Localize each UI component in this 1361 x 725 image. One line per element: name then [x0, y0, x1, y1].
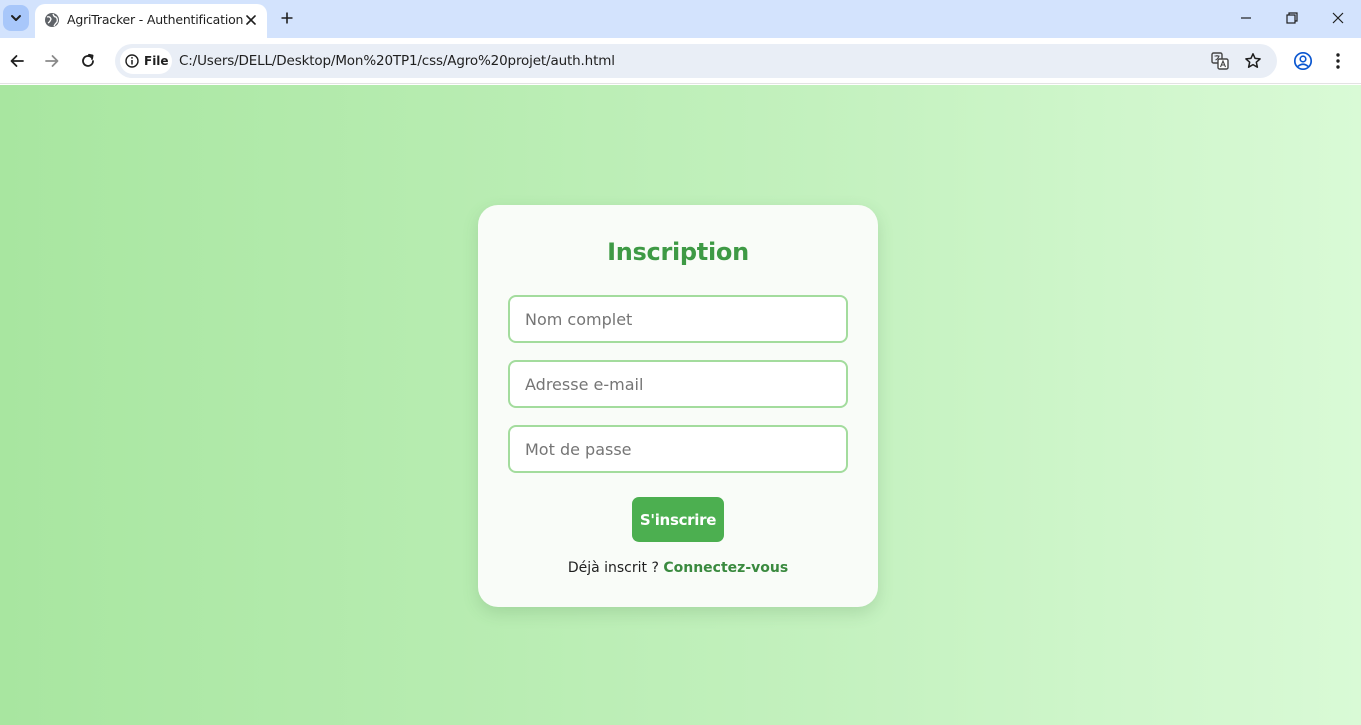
email-input[interactable] — [508, 360, 848, 408]
close-window-button[interactable] — [1326, 6, 1350, 30]
browser-toolbar: File C:/Users/DELL/Desktop/Mon%20TP1/css… — [0, 38, 1361, 84]
signup-card: Inscription S'inscrire Déjà inscrit ? Co… — [478, 205, 878, 607]
tab-title: AgriTracker - Authentification — [67, 12, 244, 27]
browser-tab-active[interactable]: AgriTracker - Authentification — [35, 4, 267, 38]
site-info-chip[interactable]: File — [120, 48, 172, 74]
bookmark-button[interactable] — [1243, 51, 1263, 71]
tab-search-button[interactable] — [3, 5, 29, 31]
tab-close-button[interactable] — [242, 11, 260, 29]
forward-button[interactable] — [40, 49, 64, 73]
signup-button[interactable]: S'inscrire — [632, 497, 724, 542]
url-text[interactable]: C:/Users/DELL/Desktop/Mon%20TP1/css/Agro… — [179, 53, 615, 69]
page-title: Inscription — [607, 238, 749, 266]
site-info-label: File — [144, 54, 169, 68]
star-icon — [1245, 53, 1261, 68]
reload-icon — [82, 53, 94, 67]
menu-button[interactable] — [1327, 50, 1349, 72]
more-vert-icon — [1336, 53, 1340, 69]
profile-icon — [1293, 51, 1313, 71]
reload-button[interactable] — [76, 49, 100, 73]
translate-icon — [1211, 52, 1229, 70]
new-tab-button[interactable] — [277, 8, 297, 28]
minimize-button[interactable] — [1234, 6, 1258, 30]
login-prompt-text: Déjà inscrit ? — [567, 560, 659, 576]
restore-button[interactable] — [1280, 6, 1304, 30]
arrow-right-icon — [45, 55, 59, 67]
info-icon — [125, 54, 139, 68]
chevron-down-icon — [11, 15, 21, 21]
full-name-input[interactable] — [508, 295, 848, 343]
arrow-left-icon — [10, 55, 24, 67]
restore-icon — [1286, 12, 1298, 24]
plus-icon — [281, 12, 293, 24]
browser-tab-strip: AgriTracker - Authentification — [0, 0, 1361, 38]
login-link[interactable]: Connectez-vous — [663, 560, 788, 576]
back-button[interactable] — [5, 49, 29, 73]
page-background: Inscription S'inscrire Déjà inscrit ? Co… — [0, 85, 1361, 725]
address-bar[interactable]: File C:/Users/DELL/Desktop/Mon%20TP1/css… — [115, 44, 1277, 78]
close-icon — [1332, 12, 1344, 24]
translate-button[interactable] — [1210, 51, 1230, 71]
profile-button[interactable] — [1292, 50, 1314, 72]
close-icon — [246, 15, 256, 25]
login-prompt: Déjà inscrit ? Connectez-vous — [478, 560, 878, 576]
minimize-icon — [1241, 17, 1251, 19]
globe-icon — [45, 13, 59, 27]
password-input[interactable] — [508, 425, 848, 473]
